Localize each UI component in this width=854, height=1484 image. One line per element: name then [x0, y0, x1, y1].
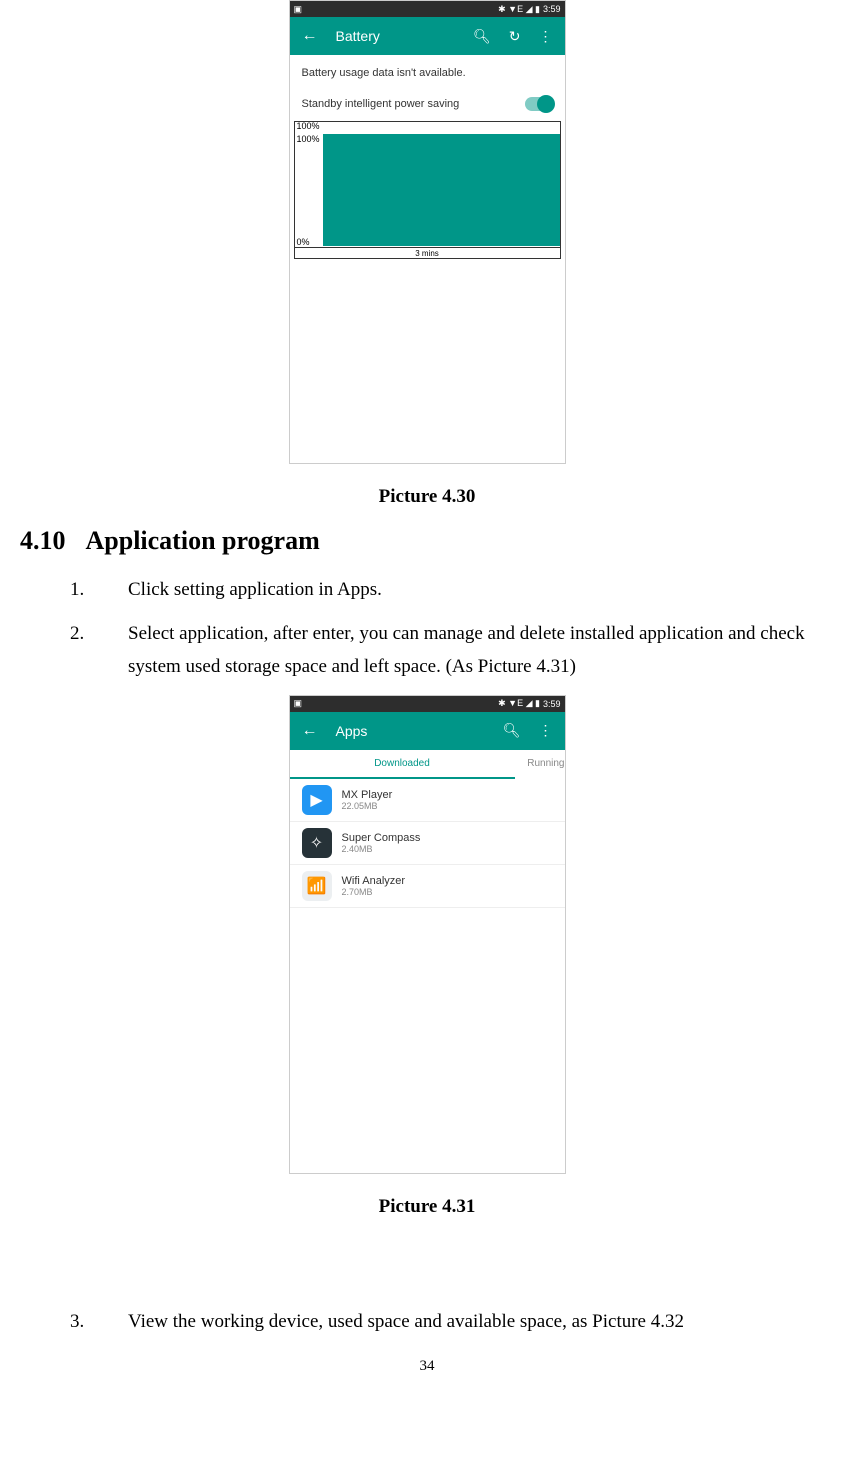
list-text: Click setting application in Apps. — [128, 574, 834, 606]
app-bar: ← Battery 🔍︎ ↻ ⋮ — [290, 17, 565, 55]
tab-downloaded[interactable]: Downloaded — [290, 750, 515, 779]
caption-4-31: Picture 4.31 — [20, 1196, 834, 1218]
list-text: View the working device, used space and … — [128, 1306, 834, 1338]
status-time: 3:59 — [543, 4, 561, 14]
apps-screenshot: ▣ ✱ ▼E ◢ ▮ 3:59 ← Apps 🔍︎ ⋮ Downloaded R… — [289, 695, 566, 1174]
back-icon[interactable]: ← — [302, 27, 318, 45]
list-item-1: 1. Click setting application in Apps. — [70, 574, 834, 606]
back-icon[interactable]: ← — [302, 722, 318, 740]
app-row-wifi[interactable]: 📶 Wifi Analyzer 2.70MB — [290, 865, 565, 908]
chart-fill — [323, 134, 560, 246]
app-size: 2.70MB — [342, 887, 553, 897]
menu-icon[interactable]: ⋮ — [539, 28, 553, 45]
app-name: Wifi Analyzer — [342, 875, 553, 887]
search-icon[interactable]: 🔍︎ — [473, 28, 491, 45]
chart-y-100: 100% — [297, 121, 320, 131]
standby-toggle[interactable] — [525, 97, 553, 111]
app-size: 2.40MB — [342, 844, 553, 854]
list-number: 2. — [70, 618, 128, 683]
status-bar: ▣ ✱ ▼E ◢ ▮ 3:59 — [290, 1, 565, 17]
chart-y-100b: 100% — [297, 134, 320, 144]
app-name: Super Compass — [342, 832, 553, 844]
page-number: 34 — [20, 1358, 834, 1375]
battery-screenshot: ▣ ✱ ▼E ◢ ▮ 3:59 ← Battery 🔍︎ ↻ ⋮ Battery… — [289, 0, 566, 464]
chart-y-0: 0% — [297, 237, 310, 247]
whitespace — [290, 908, 565, 1173]
list-number: 1. — [70, 574, 128, 606]
tab-running[interactable]: Running — [515, 750, 565, 779]
image-icon: ▣ — [294, 698, 303, 709]
refresh-icon[interactable]: ↻ — [509, 28, 521, 45]
search-icon[interactable]: 🔍︎ — [503, 722, 521, 739]
status-icons: ✱ ▼E ◢ ▮ — [498, 698, 540, 709]
status-icons: ✱ ▼E ◢ ▮ — [498, 4, 540, 15]
caption-4-30: Picture 4.30 — [20, 486, 834, 508]
menu-icon[interactable]: ⋮ — [539, 722, 553, 739]
mx-player-icon: ▶ — [302, 785, 332, 815]
section-number: 4.10 — [20, 526, 66, 555]
compass-icon: ✧ — [302, 828, 332, 858]
list-text: Select application, after enter, you can… — [128, 618, 834, 683]
list-number: 3. — [70, 1306, 128, 1338]
app-title: Battery — [336, 28, 473, 44]
wifi-icon: 📶 — [302, 871, 332, 901]
standby-row: Standby intelligent power saving — [290, 91, 565, 121]
app-row-mx[interactable]: ▶ MX Player 22.05MB — [290, 779, 565, 822]
whitespace — [290, 263, 565, 463]
status-bar: ▣ ✱ ▼E ◢ ▮ 3:59 — [290, 696, 565, 712]
chart-x-label: 3 mins — [295, 247, 560, 258]
battery-chart: 100% 100% 0% 3 mins — [294, 121, 561, 259]
standby-label: Standby intelligent power saving — [302, 98, 460, 110]
app-name: MX Player — [342, 789, 553, 801]
list-item-3: 3. View the working device, used space a… — [70, 1306, 834, 1338]
app-size: 22.05MB — [342, 801, 553, 811]
image-icon: ▣ — [294, 4, 303, 15]
app-bar: ← Apps 🔍︎ ⋮ — [290, 712, 565, 750]
section-title: Application program — [86, 526, 320, 555]
battery-message: Battery usage data isn't available. — [290, 55, 565, 91]
status-time: 3:59 — [543, 699, 561, 709]
app-row-compass[interactable]: ✧ Super Compass 2.40MB — [290, 822, 565, 865]
tabs: Downloaded Running — [290, 750, 565, 779]
section-heading: 4.10 Application program — [20, 526, 834, 556]
list-item-2: 2. Select application, after enter, you … — [70, 618, 834, 683]
app-title: Apps — [336, 723, 503, 739]
